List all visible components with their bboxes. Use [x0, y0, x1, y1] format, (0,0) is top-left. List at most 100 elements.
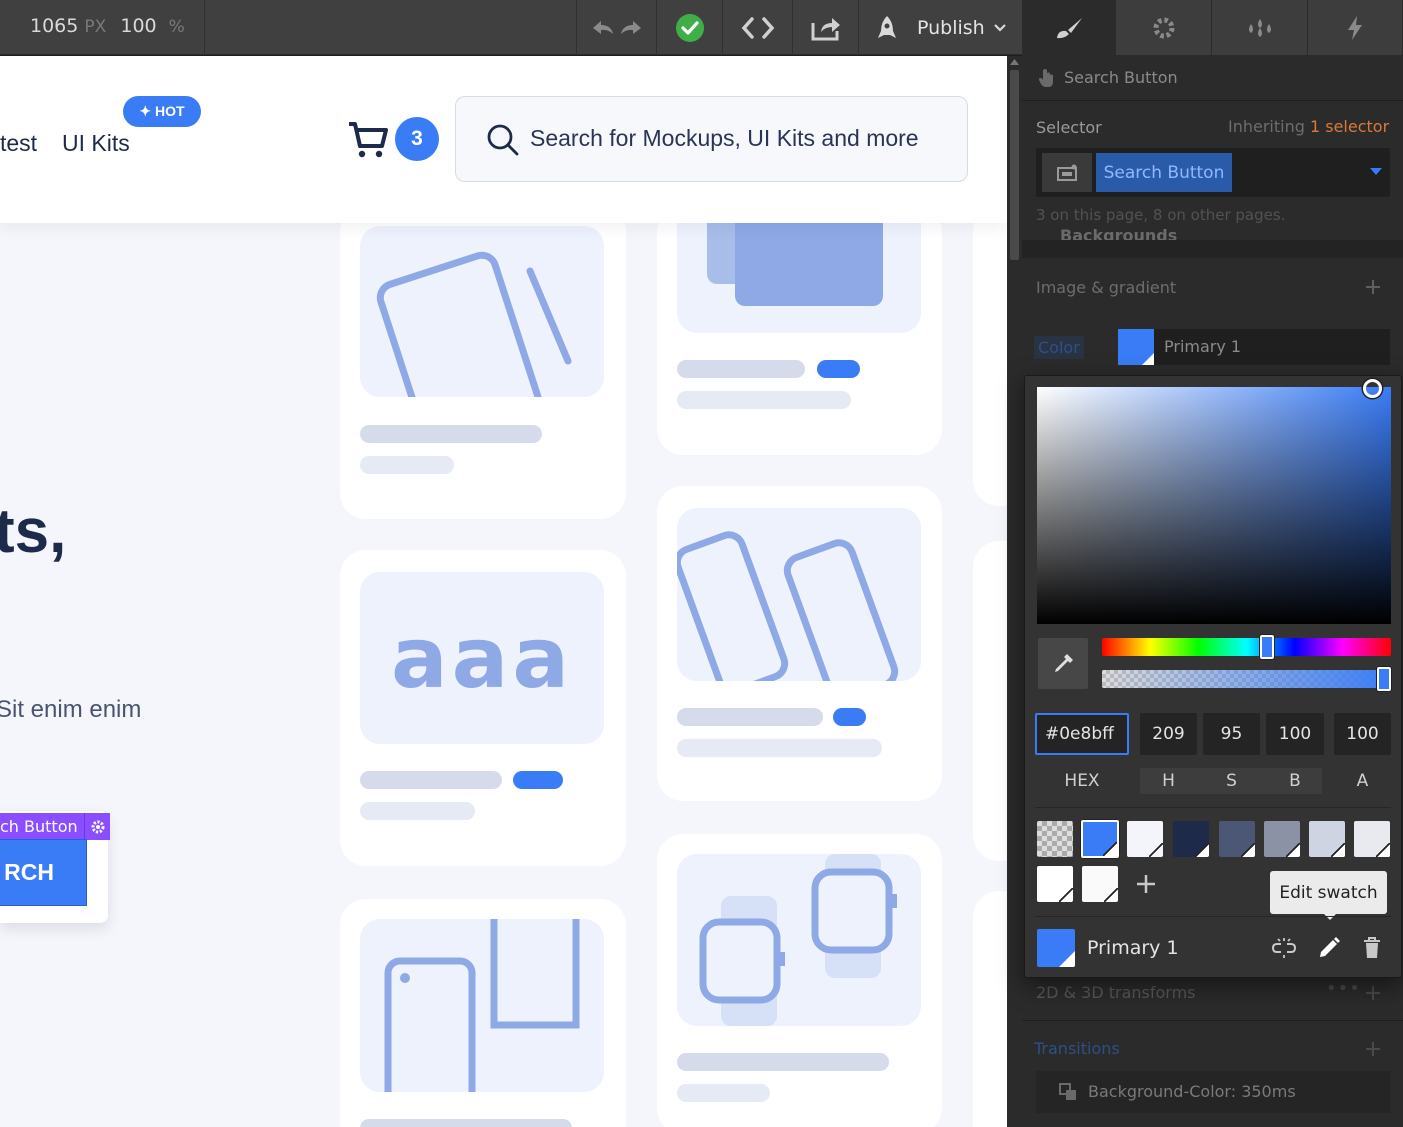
- status-check[interactable]: [656, 0, 722, 55]
- export-share-icon: [811, 17, 840, 40]
- site-navbar: test UI Kits ✦ HOT 3 Search for Mockups,…: [0, 56, 1007, 223]
- code-view-button[interactable]: [722, 0, 792, 55]
- card-subtitle-skeleton: [360, 802, 475, 820]
- eyedropper-button[interactable]: [1038, 638, 1088, 689]
- unlink-icon[interactable]: [1271, 936, 1297, 960]
- hue-slider[interactable]: [1102, 638, 1391, 656]
- s-label: S: [1226, 771, 1237, 791]
- typography-illustration: aaa: [390, 609, 574, 707]
- swatch-transparent[interactable]: [1037, 821, 1073, 857]
- element-settings-button[interactable]: [84, 813, 110, 840]
- check-circle-icon: [675, 13, 704, 42]
- tab-lightning[interactable]: [1308, 0, 1403, 55]
- card-thumbnail: aaa: [360, 572, 604, 744]
- product-card[interactable]: [340, 206, 626, 519]
- swatch-primary-selected[interactable]: [1081, 820, 1119, 858]
- hero-body-fragment: Sit enim enim: [0, 696, 142, 723]
- swatch-white[interactable]: [1037, 866, 1073, 902]
- product-card[interactable]: [340, 899, 626, 1127]
- chevron-down-icon: [993, 23, 1006, 32]
- caret-down-icon[interactable]: [1370, 168, 1382, 176]
- swatch-off-white[interactable]: [1082, 866, 1118, 902]
- more-options-icon[interactable]: •••: [1326, 978, 1361, 999]
- edit-swatch-tooltip: Edit swatch: [1270, 871, 1387, 914]
- saturation-input[interactable]: 95: [1203, 713, 1260, 755]
- search-submit-button[interactable]: RCH: [0, 839, 87, 906]
- color-picker-popover: #0e8bff 209 95 100 100 HEX H S B A Edit …: [1024, 375, 1402, 978]
- color-field[interactable]: Primary 1: [1118, 329, 1390, 365]
- element-breadcrumb: Search Button: [1022, 56, 1403, 100]
- paintbrush-icon: [1056, 17, 1082, 38]
- top-toolbar: 1065 PX 100 % Publish: [0, 0, 1022, 55]
- product-card-partial: [973, 891, 1007, 1127]
- swatch-navy[interactable]: [1173, 821, 1209, 857]
- alpha-input[interactable]: 100: [1334, 713, 1391, 755]
- undo-redo-icon[interactable]: [589, 16, 645, 40]
- brightness-input[interactable]: 100: [1266, 713, 1324, 755]
- width-value: 1065: [30, 15, 79, 37]
- cart-icon[interactable]: [346, 116, 392, 162]
- card-thumbnail: [360, 226, 604, 397]
- swatch-slate[interactable]: [1219, 821, 1255, 857]
- code-brackets-icon: [741, 16, 774, 39]
- publish-button[interactable]: Publish: [858, 0, 1022, 55]
- trash-icon[interactable]: [1362, 936, 1382, 960]
- product-card[interactable]: [657, 834, 942, 1127]
- inheriting-text: Inheriting: [1228, 117, 1305, 136]
- swatch-light[interactable]: [1127, 821, 1163, 857]
- zoom-unit: %: [168, 17, 185, 37]
- alpha-slider-handle[interactable]: [1377, 667, 1391, 691]
- hue-input[interactable]: 209: [1140, 713, 1197, 755]
- tab-interactions[interactable]: [1212, 0, 1308, 55]
- tablet-illustration-icon: [376, 251, 572, 397]
- product-card[interactable]: [657, 486, 942, 801]
- alpha-slider[interactable]: [1102, 670, 1391, 688]
- card-thumbnail: [677, 854, 921, 1026]
- swatch-silver[interactable]: [1354, 821, 1390, 857]
- transforms-label: 2D & 3D transforms: [1036, 983, 1196, 1002]
- swatch-light-gray[interactable]: [1309, 821, 1345, 857]
- eyedropper-icon: [1055, 653, 1073, 672]
- selected-element-tag[interactable]: ch Button: [0, 813, 84, 840]
- designer-canvas: aaa test UI Kits ✦ HOT 3 Search for Mock…: [0, 56, 1007, 1127]
- card-title-skeleton: [677, 360, 805, 378]
- canvas-scrollbar[interactable]: [1007, 56, 1022, 1127]
- card-title-skeleton: [677, 708, 823, 726]
- scroll-up-arrow-icon[interactable]: [1010, 58, 1019, 66]
- hex-input[interactable]: #0e8bff: [1035, 713, 1129, 755]
- add-transform-icon[interactable]: [1365, 985, 1381, 1001]
- saturation-brightness-area[interactable]: [1037, 387, 1391, 624]
- search-input[interactable]: Search for Mockups, UI Kits and more: [455, 96, 968, 182]
- card-mockup-illustration-icon: [707, 206, 883, 306]
- selector-field[interactable]: Search Button: [1036, 148, 1390, 197]
- export-button[interactable]: [792, 0, 858, 55]
- zoom-value: 100: [120, 15, 157, 37]
- add-image-gradient-icon[interactable]: [1365, 279, 1381, 295]
- tab-settings[interactable]: [1116, 0, 1212, 55]
- product-card[interactable]: [657, 206, 942, 455]
- add-swatch-icon[interactable]: [1135, 873, 1157, 895]
- pencil-edit-icon[interactable]: [1317, 936, 1341, 960]
- hue-slider-handle[interactable]: [1260, 635, 1274, 659]
- transition-item[interactable]: Background-Color: 350ms: [1036, 1071, 1390, 1113]
- add-transition-icon[interactable]: [1365, 1041, 1381, 1057]
- product-card[interactable]: aaa: [340, 550, 626, 866]
- card-title-skeleton: [360, 771, 502, 789]
- nav-link-ui-kits[interactable]: UI Kits: [62, 130, 130, 157]
- selector-chip[interactable]: Search Button: [1096, 153, 1232, 192]
- saturation-handle[interactable]: [1363, 379, 1382, 398]
- canvas-size-readout[interactable]: 1065 PX 100 %: [30, 15, 185, 37]
- tab-style[interactable]: [1022, 0, 1116, 55]
- inheriting-count-link[interactable]: 1 selector: [1310, 117, 1389, 136]
- image-gradient-label: Image & gradient: [1036, 278, 1177, 297]
- card-thumbnail: [677, 206, 921, 333]
- swatch-gray[interactable]: [1264, 821, 1300, 857]
- color-field-swatch: [1118, 329, 1154, 365]
- selector-state-button[interactable]: [1042, 153, 1092, 192]
- nav-link-latest[interactable]: test: [0, 130, 37, 157]
- card-title-skeleton: [677, 1053, 889, 1071]
- scrollbar-thumb[interactable]: [1010, 70, 1019, 260]
- hot-badge: ✦ HOT: [123, 96, 201, 127]
- color-field-name: Primary 1: [1164, 337, 1242, 356]
- card-subtitle-skeleton: [677, 1084, 770, 1102]
